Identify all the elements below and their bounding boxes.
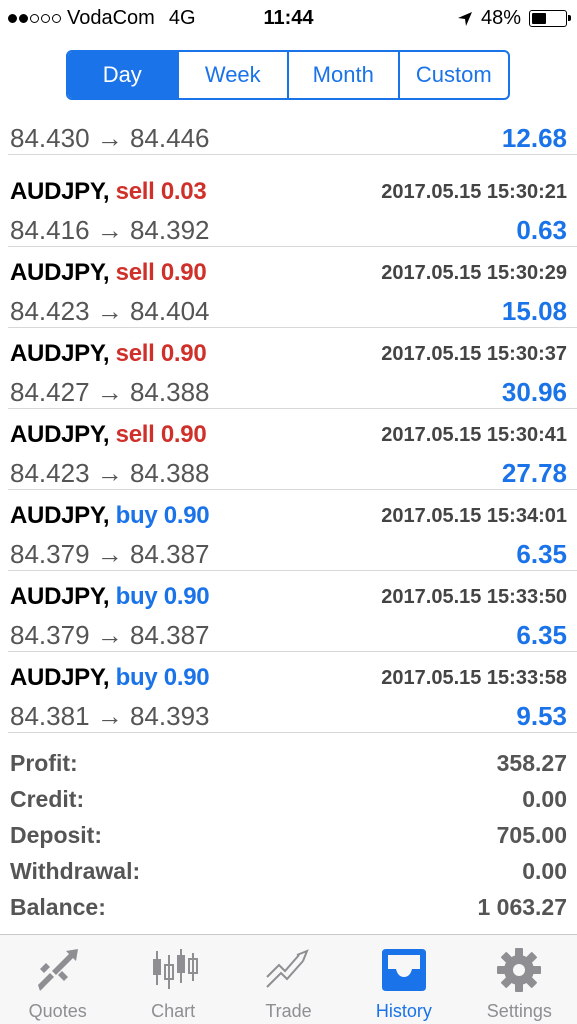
summary-withdrawal: Withdrawal: 0.00 [0,854,577,890]
order-profit: 6.35 [516,620,567,650]
tab-label: Quotes [28,1001,87,1021]
summary-label: Deposit: [10,822,102,848]
trade-trend-icon [265,949,309,988]
summary-value: 0.00 [522,786,567,812]
battery-icon [529,10,571,27]
status-bar: VodaCom 4G 11:44 48% [0,0,577,38]
summary-balance: Balance: 1 063.27 [0,890,577,926]
candlestick-chart-icon [153,949,199,989]
order-side-volume: sell 0.90 [115,340,207,367]
summary-value: 358.27 [496,750,567,776]
order-symbol: AUDJPY, [10,340,110,367]
order-side-volume: sell 0.90 [115,421,207,448]
summary-deposit: Deposit: 705.00 [0,818,577,854]
order-time: 2017.05.15 15:33:50 [381,586,567,608]
summary-label: Profit: [10,750,78,776]
order-prices: 84.423 → 84.404 [10,296,210,326]
summary-label: Credit: [10,786,85,812]
history-row-partial[interactable]: 84.430 → 84.446 12.68 [8,108,577,155]
history-row[interactable]: AUDJPY, sell 0.03 2017.05.15 15:30:21 84… [8,167,577,247]
order-time: 2017.05.15 15:33:58 [381,667,567,689]
tab-trade[interactable]: Trade [231,935,346,1024]
order-side-volume: buy 0.90 [115,583,210,610]
tab-chart[interactable]: Chart [115,935,230,1024]
status-right: 48% [457,7,571,30]
tab-settings[interactable]: Settings [462,935,577,1024]
period-tab-week[interactable]: Week [179,52,289,98]
order-symbol: AUDJPY, [10,502,110,529]
order-profit: 30.96 [501,377,567,407]
order-symbol: AUDJPY, [10,664,110,691]
order-time: 2017.05.15 15:30:21 [381,181,567,203]
order-side-volume: buy 0.90 [115,502,210,529]
order-profit: 9.53 [516,701,567,731]
order-profit: 6.35 [516,539,567,569]
order-symbol: AUDJPY, [10,421,110,448]
tab-label: History [375,1001,432,1021]
order-prices: 84.416 → 84.392 [10,215,210,245]
summary-value: 705.00 [496,822,567,848]
summary-label: Balance: [10,894,106,920]
order-profit: 15.08 [501,296,567,326]
tab-label: Trade [265,1001,312,1021]
tab-label: Chart [151,1001,196,1021]
order-side-volume: buy 0.90 [115,664,210,691]
account-summary: Profit: 358.27 Credit: 0.00 Deposit: 705… [0,746,577,926]
order-time: 2017.05.15 15:30:37 [381,343,567,365]
history-list[interactable]: 84.430 → 84.446 12.68 AUDJPY, sell 0.03 … [0,108,577,734]
order-time: 2017.05.15 15:30:29 [381,262,567,284]
order-prices: 84.379 → 84.387 [10,620,210,650]
tab-bar: Quotes Chart Trade History Settings [0,934,577,1024]
location-arrow-icon [457,11,472,26]
summary-profit: Profit: 358.27 [0,746,577,782]
order-side-volume: sell 0.90 [115,259,207,286]
period-tab-day[interactable]: Day [68,52,179,98]
order-symbol: AUDJPY, [10,259,110,286]
summary-credit: Credit: 0.00 [0,782,577,818]
summary-label: Withdrawal: [10,858,141,884]
history-row[interactable]: AUDJPY, sell 0.90 2017.05.15 15:30:37 84… [8,329,577,409]
period-tab-custom[interactable]: Custom [400,52,509,98]
period-segmented-control: Day Week Month Custom [66,50,510,100]
order-symbol: AUDJPY, [10,583,110,610]
history-row[interactable]: AUDJPY, sell 0.90 2017.05.15 15:30:29 84… [8,248,577,328]
history-row[interactable]: AUDJPY, sell 0.90 2017.05.15 15:30:41 84… [8,410,577,490]
summary-value: 0.00 [522,858,567,884]
order-time: 2017.05.15 15:30:41 [381,424,567,446]
order-profit: 0.63 [516,215,567,245]
order-time: 2017.05.15 15:34:01 [381,505,567,527]
battery-percent: 48% [480,7,521,29]
history-inbox-icon [381,949,426,991]
order-prices: 84.379 → 84.387 [10,539,210,569]
tab-history[interactable]: History [346,935,461,1024]
history-row[interactable]: AUDJPY, buy 0.90 2017.05.15 15:34:01 84.… [8,491,577,571]
order-prices: 84.381 → 84.393 [10,701,210,731]
order-side-volume: sell 0.03 [115,178,207,205]
history-row[interactable]: AUDJPY, buy 0.90 2017.05.15 15:33:50 84.… [8,572,577,652]
summary-value: 1 063.27 [477,894,567,920]
gear-icon [497,948,542,992]
order-prices: 84.427 → 84.388 [10,377,210,407]
period-tab-month[interactable]: Month [289,52,400,98]
order-prices: 84.423 → 84.388 [10,458,210,488]
order-profit: 12.68 [501,123,567,153]
order-prices: 84.430 → 84.446 [10,123,210,153]
tab-quotes[interactable]: Quotes [0,935,115,1024]
tab-label: Settings [486,1001,552,1021]
order-symbol: AUDJPY, [10,178,110,205]
order-profit: 27.78 [501,458,567,488]
history-row[interactable]: AUDJPY, buy 0.90 2017.05.15 15:33:58 84.… [8,653,577,733]
quotes-arrows-icon [37,949,78,991]
